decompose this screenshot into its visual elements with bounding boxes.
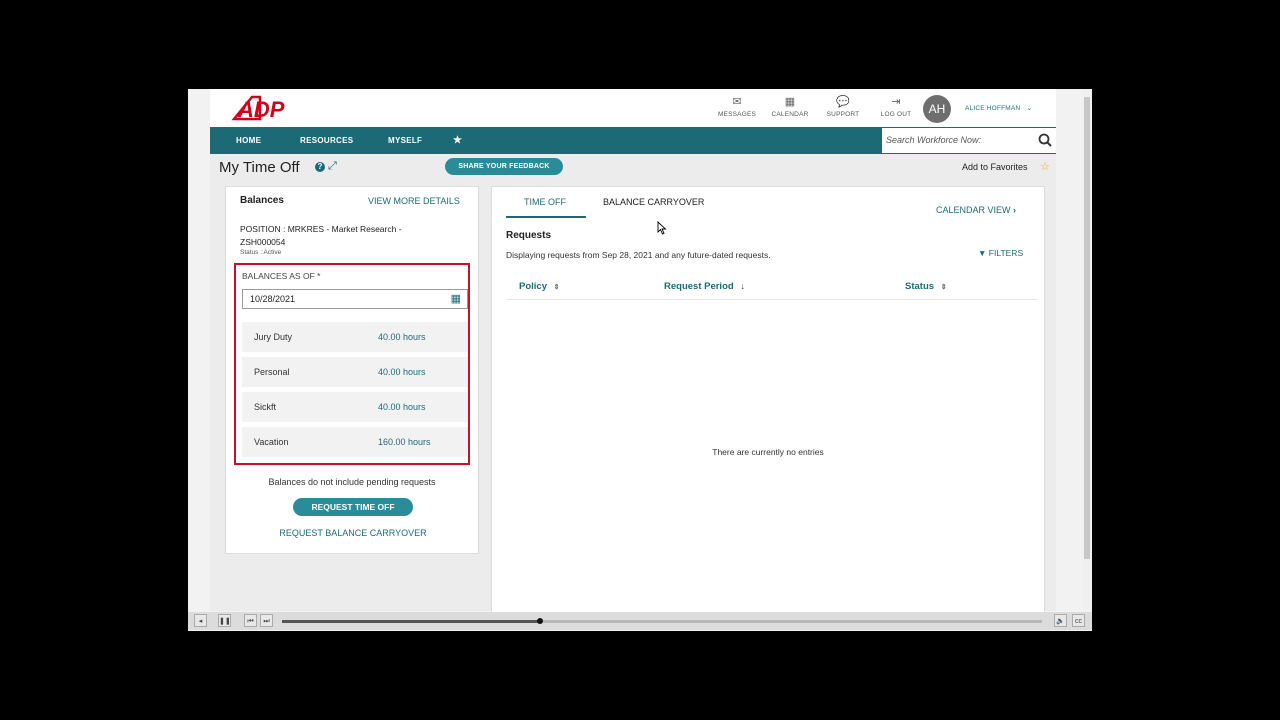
calendar-view-link[interactable]: CALENDAR VIEW ›: [936, 205, 1016, 215]
favorite-star-icon[interactable]: ☆: [1040, 160, 1050, 173]
position-line: POSITION : MRKRES - Market Research -: [240, 224, 402, 234]
captions-icon[interactable]: cc: [1072, 614, 1085, 627]
next-icon[interactable]: ⏭: [260, 614, 273, 627]
scrollbar-thumb[interactable]: [1084, 97, 1090, 559]
add-to-favorites-link[interactable]: Add to Favorites: [962, 162, 1028, 172]
column-request-period[interactable]: Request Period ↓: [664, 281, 745, 292]
expand-icon[interactable]: ⤢: [328, 160, 337, 173]
position-code: ZSH000054: [240, 237, 286, 247]
sort-desc-icon: ↓: [740, 281, 745, 291]
calendar-picker-icon[interactable]: ▦: [451, 290, 461, 308]
pause-icon[interactable]: ❚❚: [218, 614, 231, 627]
balances-highlight-box: BALANCES AS OF * 10/28/2021 ▦ Jury Duty …: [234, 263, 470, 465]
requests-heading: Requests: [506, 230, 552, 241]
chevron-right-icon: ›: [1013, 205, 1017, 215]
envelope-icon: ✉: [732, 96, 742, 108]
nav-favorites-star-icon[interactable]: ★: [453, 127, 462, 154]
search-box[interactable]: Search Workforce Now:: [882, 128, 1056, 153]
balance-row: Jury Duty 40.00 hours: [242, 322, 468, 352]
column-status-label: Status: [905, 281, 935, 292]
tab-balance-carryover[interactable]: BALANCE CARRYOVER: [603, 197, 704, 207]
logout-button[interactable]: ⇥ LOG OUT: [871, 95, 921, 118]
balances-heading: Balances: [240, 195, 284, 206]
balance-row: Sickft 40.00 hours: [242, 392, 468, 422]
sort-icon: ⇕: [553, 284, 560, 291]
nav-resources[interactable]: RESOURCES: [300, 127, 353, 154]
chevron-down-icon: ⌄: [1026, 105, 1033, 112]
volume-icon[interactable]: 🔈: [1054, 614, 1067, 627]
sort-icon: ⇕: [940, 284, 947, 291]
calendar-view-label: CALENDAR VIEW: [936, 205, 1011, 215]
balance-name: Sickft: [254, 402, 277, 412]
share-feedback-button[interactable]: SHARE YOUR FEEDBACK: [445, 158, 563, 175]
help-icon[interactable]: ?: [315, 162, 325, 172]
balance-name: Personal: [254, 367, 290, 377]
filters-button[interactable]: ▼ FILTERS: [978, 248, 1023, 258]
messages-button[interactable]: ✉ MESSAGES: [712, 95, 762, 118]
requests-card: TIME OFF BALANCE CARRYOVER CALENDAR VIEW…: [491, 186, 1045, 618]
page: ADP ✉ MESSAGES ▦ CALENDAR 💬 SUPPORT ⇥ LO…: [210, 89, 1056, 618]
nav-home[interactable]: HOME: [236, 127, 261, 154]
column-policy-label: Policy: [519, 281, 547, 292]
calendar-icon: ▦: [784, 96, 796, 108]
column-policy[interactable]: Policy ⇕: [519, 281, 560, 292]
tab-time-off[interactable]: TIME OFF: [524, 197, 566, 207]
speech-bubble-icon: 💬: [836, 96, 850, 108]
adp-logo[interactable]: ADP: [230, 93, 294, 123]
active-tab-underline: [506, 216, 586, 218]
messages-label: MESSAGES: [717, 111, 757, 118]
filter-icon: ▼: [978, 248, 987, 258]
support-label: SUPPORT: [826, 111, 860, 118]
support-button[interactable]: 💬 SUPPORT: [818, 95, 868, 118]
nav-myself[interactable]: MYSELF: [388, 127, 422, 154]
view-more-details-link[interactable]: VIEW MORE DETAILS: [368, 196, 460, 206]
browser-frame: ADP ✉ MESSAGES ▦ CALENDAR 💬 SUPPORT ⇥ LO…: [188, 89, 1092, 631]
previous-icon[interactable]: ⏮: [244, 614, 257, 627]
requests-description: Displaying requests from Sep 28, 2021 an…: [506, 250, 771, 260]
balances-card: Balances VIEW MORE DETAILS POSITION : MR…: [225, 186, 479, 554]
table-header: Policy ⇕ Request Period ↓ Status ⇕: [506, 275, 1038, 300]
balance-value: 40.00 hours: [378, 367, 426, 377]
svg-text:ADP: ADP: [237, 97, 285, 122]
column-request-period-label: Request Period: [664, 281, 734, 292]
player-controls: ◂ ❚❚ ⏮ ⏭ 🔈 cc: [188, 612, 1092, 630]
balance-row: Personal 40.00 hours: [242, 357, 468, 387]
logout-label: LOG OUT: [880, 111, 912, 118]
balance-value: 40.00 hours: [378, 332, 426, 342]
mouse-cursor-icon: [657, 221, 667, 235]
logout-icon: ⇥: [891, 96, 901, 108]
balance-value: 40.00 hours: [378, 402, 426, 412]
balance-row: Vacation 160.00 hours: [242, 427, 468, 457]
balance-value: 160.00 hours: [378, 437, 431, 447]
pending-note: Balances do not include pending requests: [268, 477, 436, 487]
balances-date-field[interactable]: 10/28/2021 ▦: [242, 289, 468, 309]
empty-state: There are currently no entries: [712, 447, 824, 457]
balance-name: Vacation: [254, 437, 289, 447]
balances-as-of-label: BALANCES AS OF *: [242, 271, 321, 281]
column-status[interactable]: Status ⇕: [905, 281, 947, 292]
progress-fill: [282, 620, 541, 623]
request-time-off-button[interactable]: REQUEST TIME OFF: [293, 498, 413, 516]
search-input[interactable]: Search Workforce Now:: [886, 135, 981, 145]
progress-handle[interactable]: [537, 618, 544, 624]
top-bar: ADP ✉ MESSAGES ▦ CALENDAR 💬 SUPPORT ⇥ LO…: [210, 89, 1056, 127]
request-balance-carryover-link[interactable]: REQUEST BALANCE CARRYOVER: [226, 528, 480, 538]
position-status: Status : Active: [240, 249, 282, 256]
vertical-scrollbar[interactable]: [1083, 89, 1092, 611]
balance-name: Jury Duty: [254, 332, 293, 342]
avatar[interactable]: AH: [923, 95, 951, 123]
calendar-button[interactable]: ▦ CALENDAR: [765, 95, 815, 118]
progress-track[interactable]: [282, 618, 1042, 624]
user-menu[interactable]: ALICE HOFFMAN ⌄: [965, 104, 1032, 112]
search-icon[interactable]: [1038, 133, 1052, 147]
calendar-label: CALENDAR: [771, 111, 809, 118]
rewind-icon[interactable]: ◂: [194, 614, 207, 627]
filters-label: FILTERS: [988, 248, 1024, 258]
user-name: ALICE HOFFMAN: [965, 105, 1021, 112]
page-title: My Time Off: [219, 159, 300, 176]
balances-date-value: 10/28/2021: [250, 294, 296, 304]
